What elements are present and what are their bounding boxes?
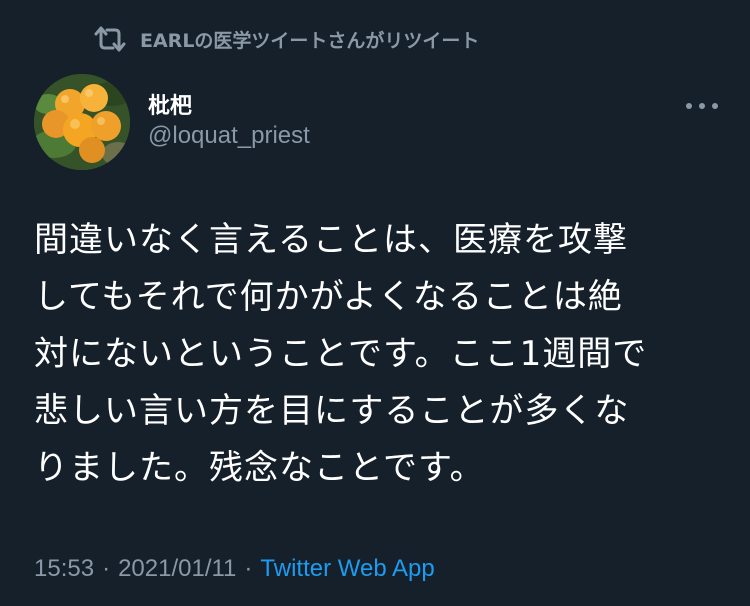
retweet-context[interactable]: EARLの医学ツイートさんがリツイート [92, 22, 479, 56]
author-display-name[interactable]: 枇杷 [148, 88, 192, 120]
tweet-source-link[interactable]: Twitter Web App [260, 555, 434, 583]
tweet-body: 間違いなく言えることは、医療を攻撃 してもそれで何かがよくなることは絶 対にない… [34, 220, 648, 488]
tweet-meta: 15:53 · 2021/01/11 · Twitter Web App [34, 555, 435, 583]
tweet-time[interactable]: 15:53 [34, 555, 94, 583]
loquat-avatar[interactable] [34, 74, 130, 170]
meta-separator: · [244, 555, 253, 582]
retweet-context-label: EARLの医学ツイートさんがリツイート [140, 29, 480, 52]
tweet-date[interactable]: 2021/01/11 [118, 555, 236, 583]
author-handle[interactable]: @loquat_priest [148, 122, 310, 150]
tweet-card: EARLの医学ツイートさんがリツイート 枇杷 @loquat_priest 間違… [0, 0, 750, 606]
more-icon[interactable] [682, 96, 722, 116]
retweet-icon [92, 24, 128, 54]
meta-separator: · [102, 555, 111, 582]
